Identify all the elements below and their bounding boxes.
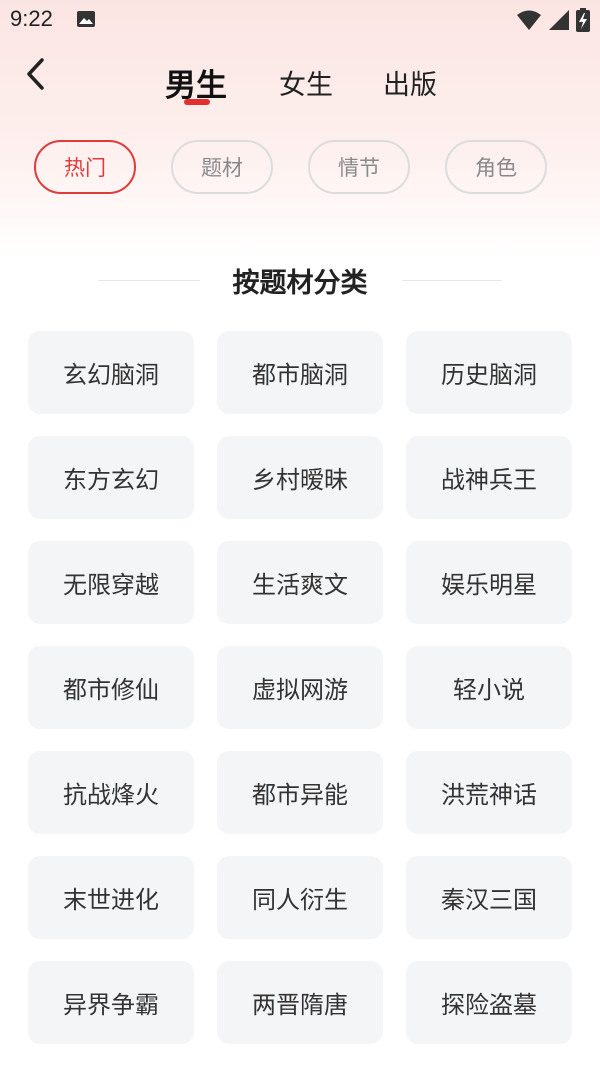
category-item[interactable]: 同人衍生 — [217, 856, 383, 939]
category-grid: 玄幻脑洞 都市脑洞 历史脑洞 东方玄幻 乡村暧昧 战神兵王 无限穿越 生活爽文 … — [28, 331, 573, 1044]
category-item[interactable]: 秦汉三国 — [406, 856, 572, 939]
filter-chip-plot[interactable]: 情节 — [308, 140, 410, 194]
category-item[interactable]: 玄幻脑洞 — [28, 331, 194, 414]
section-header: 按题材分类 — [0, 255, 600, 305]
category-item[interactable]: 虚拟网游 — [217, 646, 383, 729]
category-item[interactable]: 历史脑洞 — [406, 331, 572, 414]
category-item[interactable]: 末世进化 — [28, 856, 194, 939]
filter-chip-theme[interactable]: 题材 — [171, 140, 273, 194]
filter-chip-role[interactable]: 角色 — [445, 140, 547, 194]
screen: 9:22 男生 女生 出版 热门 题材 情节 角色 按题材分类 玄幻脑洞 都市脑… — [0, 0, 600, 1067]
category-item[interactable]: 战神兵王 — [406, 436, 572, 519]
category-item[interactable]: 乡村暧昧 — [217, 436, 383, 519]
category-item[interactable]: 娱乐明星 — [406, 541, 572, 624]
filter-chip-hot[interactable]: 热门 — [34, 140, 136, 194]
section-divider-right — [402, 280, 502, 281]
status-bar: 9:22 — [0, 0, 600, 40]
category-item[interactable]: 抗战烽火 — [28, 751, 194, 834]
wifi-icon — [516, 9, 542, 35]
active-tab-indicator — [184, 99, 210, 105]
tab-female[interactable]: 女生 — [279, 63, 333, 102]
signal-icon — [548, 9, 570, 35]
category-item[interactable]: 都市异能 — [217, 751, 383, 834]
top-tabs: 男生 女生 出版 — [0, 55, 600, 115]
filter-chips: 热门 题材 情节 角色 — [0, 140, 600, 198]
section-title: 按题材分类 — [232, 268, 368, 299]
category-item[interactable]: 无限穿越 — [28, 541, 194, 624]
category-item[interactable]: 都市脑洞 — [217, 331, 383, 414]
battery-charging-icon — [576, 8, 590, 36]
category-item[interactable]: 洪荒神话 — [406, 751, 572, 834]
status-icons — [516, 8, 590, 36]
tab-publish[interactable]: 出版 — [383, 63, 437, 102]
category-item[interactable]: 异界争霸 — [28, 961, 194, 1044]
category-item[interactable]: 探险盗墓 — [406, 961, 572, 1044]
category-item[interactable]: 生活爽文 — [217, 541, 383, 624]
image-icon — [76, 9, 96, 29]
category-item[interactable]: 东方玄幻 — [28, 436, 194, 519]
category-item[interactable]: 都市修仙 — [28, 646, 194, 729]
category-item[interactable]: 两晋隋唐 — [217, 961, 383, 1044]
status-time: 9:22 — [10, 6, 53, 31]
category-item[interactable]: 轻小说 — [406, 646, 572, 729]
